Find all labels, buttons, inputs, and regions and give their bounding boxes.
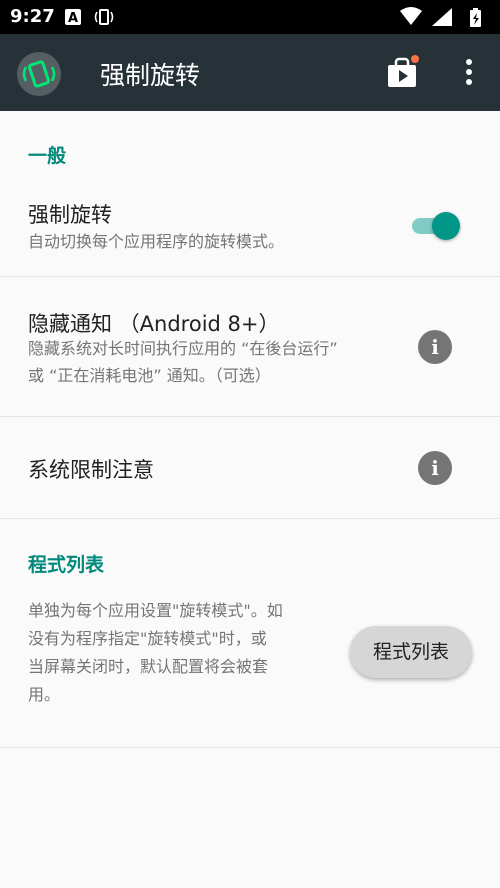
switch-thumb xyxy=(432,212,460,240)
hide-notification-summary-line1: 隐藏系统对长时间执行应用的 “在後台运行” xyxy=(28,339,338,358)
section-header-general: 一般 xyxy=(28,145,67,167)
divider xyxy=(0,518,500,519)
autofill-a-icon: A xyxy=(64,8,82,30)
divider xyxy=(0,747,500,748)
signal-icon xyxy=(432,8,452,26)
hide-notification-title: 隐藏通知 （Android 8+） xyxy=(28,312,280,336)
divider xyxy=(0,416,500,417)
force-rotation-summary: 自动切换每个应用程序的旋转模式。 xyxy=(28,232,285,251)
app-list-description-line4: 用。 xyxy=(28,685,61,704)
app-list-description-line3: 当屏幕关闭时，默认配置将会被套 xyxy=(28,657,269,676)
system-restriction-title: 系统限制注意 xyxy=(28,458,154,482)
force-rotation-title: 强制旋转 xyxy=(28,203,112,227)
app-list-button[interactable]: 程式列表 xyxy=(350,626,472,678)
status-right-icons xyxy=(398,6,490,32)
info-icon[interactable]: i xyxy=(418,451,452,485)
more-vert-icon[interactable] xyxy=(458,56,480,88)
wifi-icon xyxy=(400,7,422,25)
hide-notification-summary-line2: 或 “正在消耗电池” 通知。（可选） xyxy=(28,366,271,385)
divider xyxy=(0,276,500,277)
status-time: 9:27 xyxy=(10,6,55,27)
app-list-description-line1: 单独为每个应用设置"旋转模式"。如 xyxy=(28,601,283,620)
play-store-icon[interactable] xyxy=(384,54,420,90)
section-header-app-list: 程式列表 xyxy=(28,554,105,576)
app-list-description-line2: 没有为程序指定"旋转模式"时，或 xyxy=(28,629,267,648)
rotate-icon xyxy=(93,8,115,30)
app-title: 强制旋转 xyxy=(100,61,201,90)
app-bar: 强制旋转 xyxy=(0,34,500,111)
rotate-phone-icon xyxy=(17,52,61,96)
info-icon[interactable]: i xyxy=(418,330,452,364)
battery-charging-icon xyxy=(470,8,481,27)
force-rotation-switch[interactable] xyxy=(412,212,462,240)
status-bar: 9:27 A xyxy=(0,0,500,34)
svg-text:A: A xyxy=(68,11,78,26)
